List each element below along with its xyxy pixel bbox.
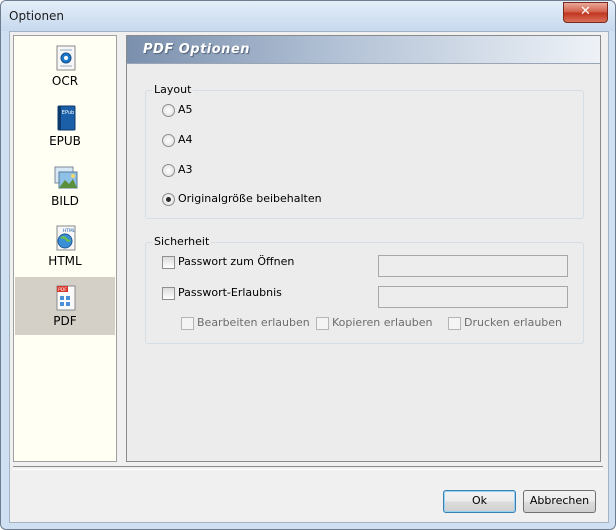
layout-group-title: Layout [152, 83, 194, 96]
html-icon-text: HTML [63, 228, 76, 234]
pdf-icon: PDF [56, 285, 76, 311]
radio-button[interactable] [162, 134, 175, 147]
radio-label: A4 [178, 133, 193, 146]
sidebar-item-pdf[interactable]: PDF PDF [15, 277, 115, 335]
layout-group: Layout A5 A4 A3 Originalgröße beibehalte… [145, 83, 584, 219]
close-button[interactable]: ✕ [563, 2, 608, 23]
cancel-button[interactable]: Abbrechen [523, 490, 596, 513]
sidebar-item-ocr[interactable]: OCR [15, 37, 115, 95]
radio-button[interactable] [162, 104, 175, 117]
options-dialog: Optionen ✕ OCR EPub EPUB BILD HTML HTML … [0, 0, 616, 530]
pdf-icon-text: PDF [58, 287, 67, 293]
radio-label: A3 [178, 163, 193, 176]
sidebar-item-bild[interactable]: BILD [15, 157, 115, 215]
radio-label: A5 [178, 103, 193, 116]
dialog-client-area: OCR EPub EPUB BILD HTML HTML PDF PDF PDF… [9, 31, 609, 523]
checkbox[interactable] [181, 317, 194, 330]
window-title: Optionen [9, 9, 65, 23]
checkbox-label: Passwort-Erlaubnis [178, 286, 282, 299]
checkbox[interactable] [316, 317, 329, 330]
checkbox[interactable] [162, 287, 175, 300]
epub-icon: EPub [57, 105, 76, 131]
sidebar-item-label: EPUB [49, 134, 81, 148]
close-icon: ✕ [580, 4, 591, 19]
permission-password-field[interactable] [378, 286, 568, 308]
checkbox[interactable] [448, 317, 461, 330]
epub-icon-text: EPub [62, 110, 74, 116]
panel-header: PDF Optionen [127, 36, 600, 64]
sidebar-item-label: PDF [53, 314, 77, 328]
checkbox[interactable] [162, 256, 175, 269]
checkbox-label: Bearbeiten erlauben [197, 316, 310, 329]
sidebar-item-html[interactable]: HTML HTML [15, 217, 115, 275]
checkbox-label: Kopieren erlauben [332, 316, 433, 329]
security-group: Sicherheit Passwort zum Öffnen Passwort-… [145, 235, 584, 344]
sidebar-item-epub[interactable]: EPub EPUB [15, 97, 115, 155]
ocr-icon [56, 45, 76, 71]
sidebar-item-label: BILD [51, 194, 79, 208]
title-bar[interactable]: Optionen ✕ [1, 1, 615, 31]
sidebar-item-label: OCR [51, 74, 79, 88]
radio-button[interactable] [162, 193, 175, 206]
security-group-title: Sicherheit [152, 235, 212, 248]
pdf-options-panel: PDF Optionen Layout A5 A4 A3 Originalgrö… [126, 35, 601, 462]
panel-title: PDF Optionen [143, 42, 251, 57]
checkbox-label: Drucken erlauben [464, 316, 563, 329]
checkbox-label: Passwort zum Öffnen [178, 255, 295, 268]
html-icon: HTML [56, 225, 76, 251]
radio-label: Originalgröße beibehalten [178, 192, 322, 205]
separator [13, 466, 603, 470]
image-icon [54, 166, 78, 189]
open-password-field[interactable] [378, 255, 568, 277]
radio-button[interactable] [162, 164, 175, 177]
ok-button[interactable]: Ok [443, 490, 516, 513]
sidebar-item-label: HTML [48, 254, 82, 268]
sidebar: OCR EPub EPUB BILD HTML HTML PDF PDF [13, 35, 117, 462]
